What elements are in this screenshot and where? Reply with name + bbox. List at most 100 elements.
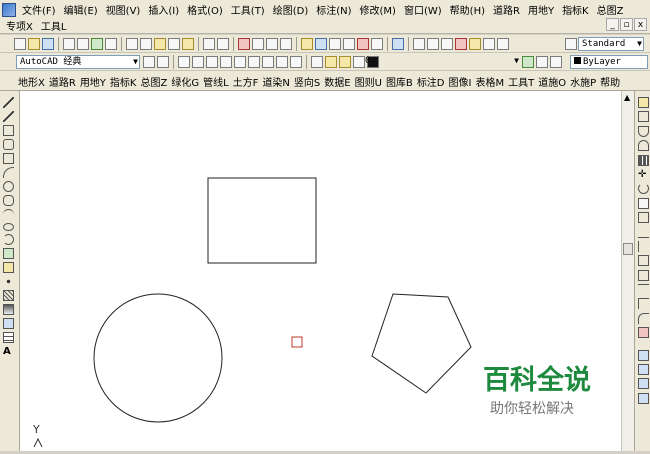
plugin-tab[interactable]: 指标K — [108, 74, 139, 89]
menu-tools[interactable]: 工具(T) — [227, 2, 269, 17]
app-icon[interactable] — [2, 2, 16, 17]
calculator-icon[interactable] — [371, 38, 383, 50]
menu-landuse[interactable]: 用地Y — [524, 2, 558, 17]
menu-index[interactable]: 指标K — [558, 2, 593, 17]
plugin-tab[interactable]: 图库B — [384, 74, 415, 89]
restore-button[interactable]: ▫ — [620, 18, 633, 31]
zoom-previous-icon[interactable] — [280, 38, 292, 50]
rectangle-icon[interactable] — [3, 153, 14, 164]
redo-icon[interactable] — [217, 38, 229, 50]
perpendicular-icon[interactable] — [206, 56, 218, 68]
style-tool-7-icon[interactable] — [497, 38, 509, 50]
workspace-save-icon[interactable] — [157, 56, 169, 68]
menu-tool-l[interactable]: 工具L — [37, 18, 71, 33]
menu-special[interactable]: 专项X — [2, 18, 37, 33]
style-tool-2-icon[interactable] — [427, 38, 439, 50]
tool-palettes-icon[interactable] — [329, 38, 341, 50]
menu-file[interactable]: 文件(F) — [18, 2, 60, 17]
plugin-tab[interactable]: 管线L — [201, 74, 231, 89]
help-icon[interactable] — [392, 38, 404, 50]
layer-previous-icon[interactable] — [536, 56, 548, 68]
layer-freeze-icon[interactable] — [339, 56, 351, 68]
line-tool-icon[interactable] — [178, 56, 190, 68]
vertical-scrollbar[interactable]: ▲ — [621, 91, 634, 451]
drawing-canvas[interactable]: Y 百科全说 助你轻松解决 — [20, 91, 621, 451]
style-tool-5-icon[interactable] — [469, 38, 481, 50]
plugin-tab[interactable]: 用地Y — [78, 74, 108, 89]
menu-edit[interactable]: 编辑(E) — [60, 2, 102, 17]
style-tool-6-icon[interactable] — [483, 38, 495, 50]
color-select[interactable]: ByLayer — [570, 55, 648, 69]
plugin-tab[interactable]: 数据E — [322, 74, 352, 89]
workspace-settings-icon[interactable] — [143, 56, 155, 68]
rectangle-shape[interactable] — [207, 177, 317, 264]
style-tool-4-icon[interactable] — [455, 38, 467, 50]
array-icon[interactable] — [638, 154, 649, 166]
plugin-tab[interactable]: 绿化G — [169, 74, 201, 89]
ray-tool-icon[interactable] — [220, 56, 232, 68]
hatch-tool-icon[interactable] — [276, 56, 288, 68]
cut-icon[interactable] — [126, 38, 138, 50]
menu-road[interactable]: 道路R — [489, 2, 524, 17]
polygon-icon[interactable] — [3, 139, 14, 150]
make-current-icon[interactable] — [522, 56, 534, 68]
print-icon[interactable] — [63, 38, 75, 50]
break-icon[interactable] — [638, 269, 649, 281]
region-icon[interactable] — [3, 318, 14, 329]
draw-extra-icon[interactable] — [290, 56, 302, 68]
menu-format[interactable]: 格式(O) — [183, 2, 227, 17]
spline-icon[interactable] — [3, 209, 14, 220]
arc-icon[interactable] — [3, 167, 14, 178]
paste-icon[interactable] — [154, 38, 166, 50]
table-icon[interactable] — [3, 332, 14, 343]
plugin-tab[interactable]: 表格M — [473, 74, 506, 89]
ellipse-arc-icon[interactable] — [3, 234, 14, 245]
plugin-tab[interactable]: 道路R — [47, 74, 78, 89]
hatch-icon[interactable] — [3, 290, 14, 301]
plugin-tab[interactable]: 总图Z — [138, 74, 169, 89]
match-properties-icon[interactable] — [168, 38, 180, 50]
ellipse-icon[interactable] — [3, 223, 14, 231]
scroll-thumb[interactable] — [623, 243, 633, 255]
pentagon-shape[interactable] — [371, 293, 472, 394]
plugin-tab[interactable]: 竖向S — [292, 74, 322, 89]
copy-icon[interactable] — [140, 38, 152, 50]
layer-manager-icon[interactable] — [311, 56, 323, 68]
point-icon[interactable] — [3, 276, 14, 287]
open-file-icon[interactable] — [28, 38, 40, 50]
menu-draw[interactable]: 绘图(D) — [269, 2, 313, 17]
menu-insert[interactable]: 插入(I) — [144, 2, 183, 17]
undo-icon[interactable] — [203, 38, 215, 50]
plot-icon[interactable] — [105, 38, 117, 50]
markup-icon[interactable] — [357, 38, 369, 50]
move-icon[interactable]: ✛ — [638, 169, 649, 180]
close-button[interactable]: x — [634, 18, 647, 31]
trim-icon[interactable] — [638, 227, 649, 238]
menu-view[interactable]: 视图(V) — [102, 2, 145, 17]
menu-help[interactable]: 帮助(H) — [446, 2, 489, 17]
multiline-text-icon[interactable]: A — [3, 346, 14, 357]
new-file-icon[interactable] — [14, 38, 26, 50]
plugin-tab[interactable]: 道施O — [536, 74, 568, 89]
scale-icon[interactable] — [638, 197, 649, 209]
block-editor-icon[interactable] — [182, 38, 194, 50]
plugin-tab[interactable]: 土方F — [231, 74, 261, 89]
text-style-select[interactable]: Standard ▼ — [578, 37, 644, 51]
construction-line-icon[interactable] — [3, 111, 14, 122]
menu-dimension[interactable]: 标注(N) — [312, 2, 355, 17]
print-preview-icon[interactable] — [77, 38, 89, 50]
workspace-select[interactable]: AutoCAD 经典 ▼ — [16, 55, 140, 69]
join-icon[interactable] — [638, 284, 649, 295]
draw-order-icon[interactable] — [638, 349, 649, 361]
rotate-icon[interactable] — [638, 183, 649, 195]
circle-shape[interactable] — [93, 293, 223, 423]
layer-on-icon[interactable] — [325, 56, 337, 68]
scroll-up-icon[interactable]: ▲ — [624, 93, 630, 102]
break-point-icon[interactable] — [638, 255, 649, 267]
minimize-button[interactable]: _ — [606, 18, 619, 31]
menu-modify[interactable]: 修改(M) — [356, 2, 400, 17]
style-tool-1-icon[interactable] — [413, 38, 425, 50]
layer-state-icon[interactable] — [550, 56, 562, 68]
save-icon[interactable] — [42, 38, 54, 50]
plugin-tab[interactable]: 道染N — [260, 74, 291, 89]
